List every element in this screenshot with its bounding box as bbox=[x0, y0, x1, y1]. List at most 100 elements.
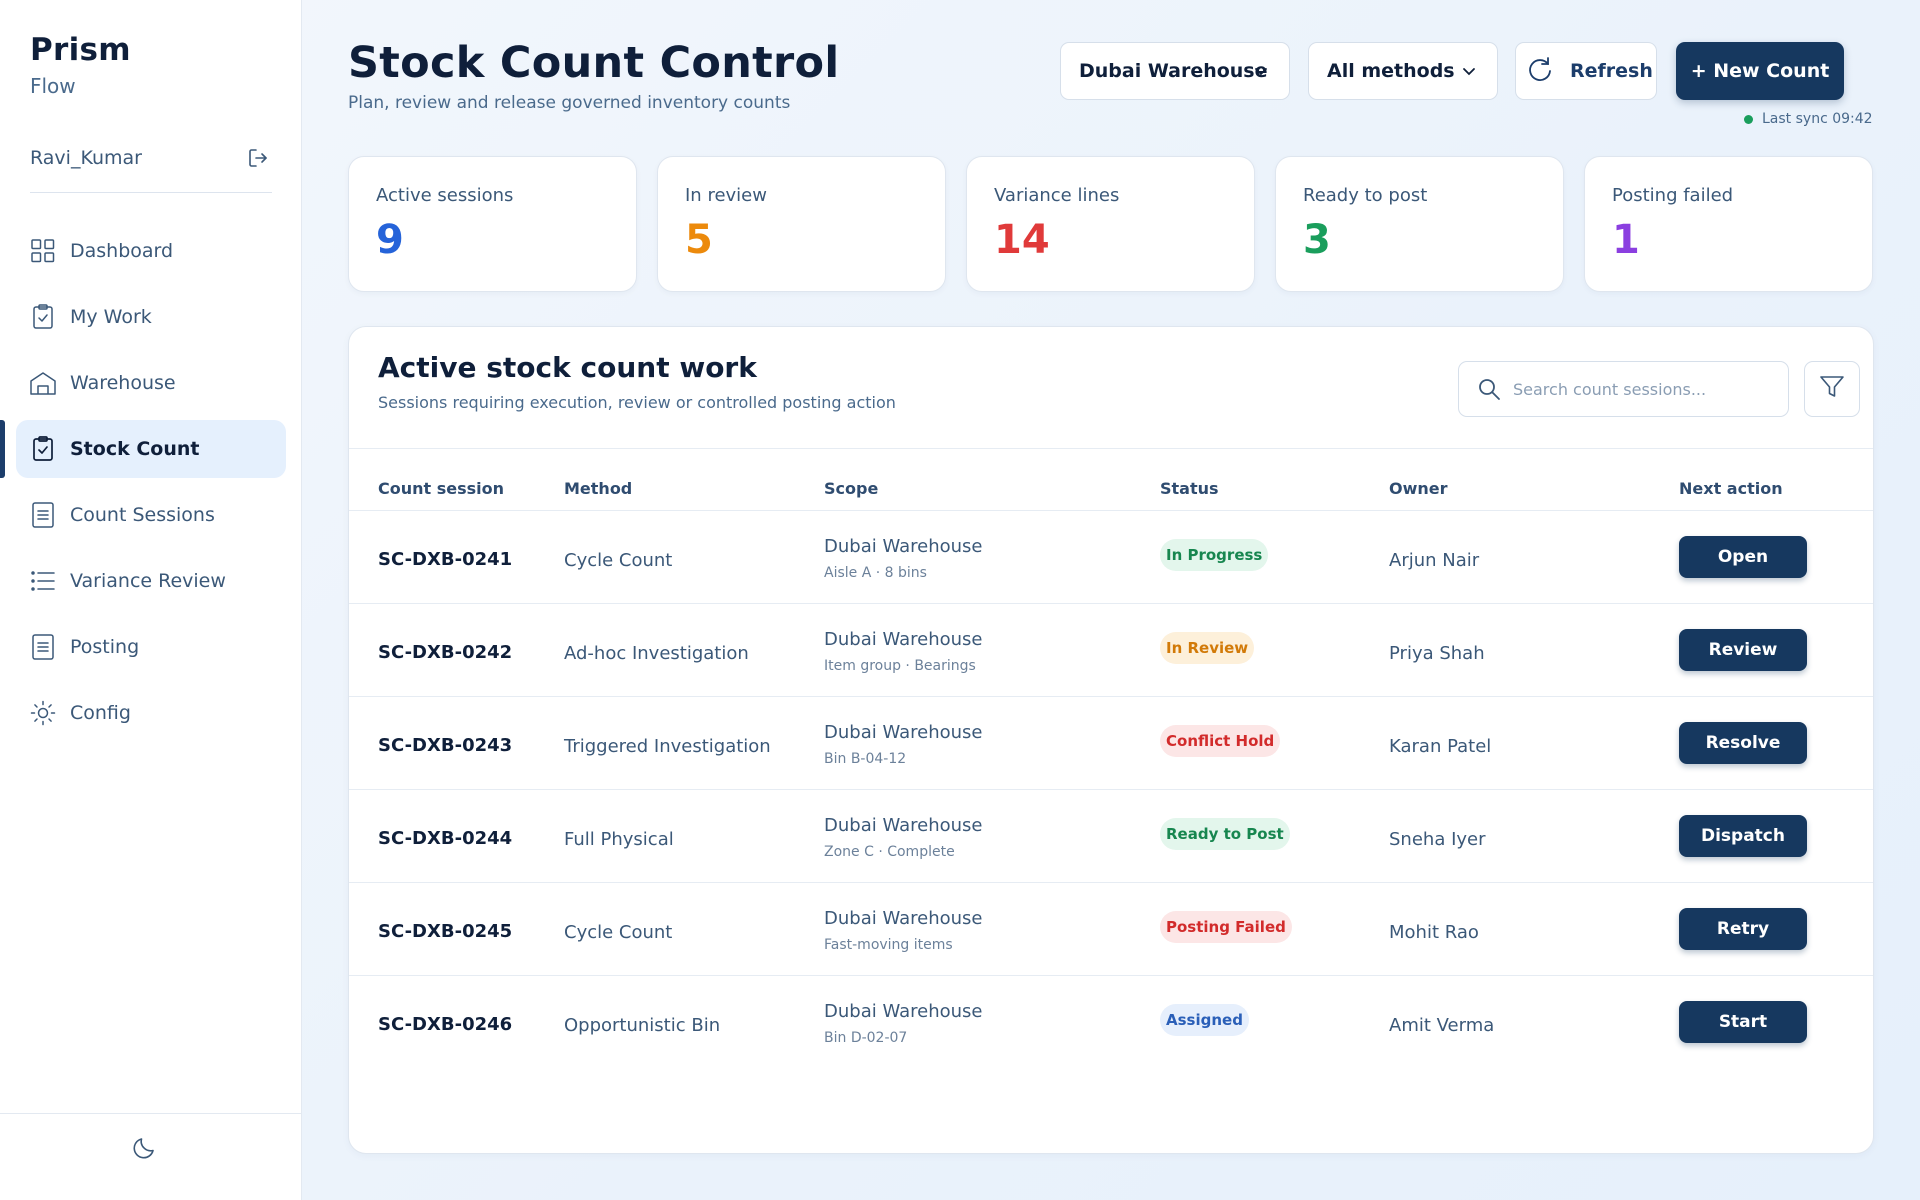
table-row: SC-DXB-0242 Ad-hoc Investigation Dubai W… bbox=[349, 604, 1873, 697]
kpi-label: Active sessions bbox=[376, 185, 514, 206]
page-title: Stock Count Control bbox=[348, 38, 840, 88]
sidebar-item-label: Stock Count bbox=[70, 438, 200, 460]
kpi-value: 14 bbox=[994, 217, 1050, 263]
status-badge: In Progress bbox=[1160, 539, 1269, 571]
session-scope: Dubai Warehouse Fast-moving items bbox=[824, 908, 982, 953]
kpi-value: 9 bbox=[376, 217, 404, 263]
session-id: SC-DXB-0243 bbox=[378, 735, 513, 756]
review-button[interactable]: Review bbox=[1679, 629, 1807, 671]
warehouse-select-value: Dubai Warehouse bbox=[1079, 60, 1268, 82]
scope-location: Dubai Warehouse bbox=[824, 722, 983, 743]
kpi-card-in-review: In review 5 bbox=[657, 156, 946, 292]
status-badge: Ready to Post bbox=[1160, 818, 1290, 850]
column-header: Count session bbox=[378, 479, 505, 498]
session-method: Opportunistic Bin bbox=[564, 1015, 721, 1036]
panel-title: Active stock count work bbox=[378, 351, 757, 384]
column-header: Next action bbox=[1679, 479, 1783, 498]
scope-detail: Item group · Bearings bbox=[824, 658, 976, 674]
retry-button[interactable]: Retry bbox=[1679, 908, 1807, 950]
sidebar-item-config[interactable]: Config bbox=[16, 684, 286, 742]
new-count-button[interactable]: + New Count bbox=[1676, 42, 1844, 100]
brand: Prism Flow bbox=[30, 32, 131, 98]
count-work-panel: Active stock count work Sessions requiri… bbox=[348, 326, 1874, 1154]
scope-detail: Aisle A · 8 bins bbox=[824, 565, 927, 581]
sidebar-item-posting[interactable]: Posting bbox=[16, 618, 286, 676]
sidebar-item-count-sessions[interactable]: Count Sessions bbox=[16, 486, 286, 544]
brand-name: Prism bbox=[30, 32, 131, 68]
session-scope: Dubai Warehouse Aisle A · 8 bins bbox=[824, 536, 982, 581]
session-owner: Karan Patel bbox=[1389, 736, 1492, 757]
list-icon bbox=[30, 568, 56, 594]
kpi-value: 1 bbox=[1612, 217, 1640, 263]
column-header: Status bbox=[1160, 479, 1219, 498]
session-method: Cycle Count bbox=[564, 922, 673, 943]
scope-detail: Fast-moving items bbox=[824, 937, 953, 953]
moon-icon[interactable] bbox=[130, 1132, 160, 1162]
kpi-value: 3 bbox=[1303, 217, 1331, 263]
panel-divider bbox=[349, 448, 1873, 449]
page-subtitle: Plan, review and release governed invent… bbox=[348, 93, 791, 113]
search-icon bbox=[1477, 377, 1501, 401]
session-id: SC-DXB-0245 bbox=[378, 921, 513, 942]
sidebar-item-variance-review[interactable]: Variance Review bbox=[16, 552, 286, 610]
scope-location: Dubai Warehouse bbox=[824, 1001, 983, 1022]
sidebar-item-label: Posting bbox=[70, 636, 140, 658]
kpi-card-variance-lines: Variance lines 14 bbox=[966, 156, 1255, 292]
scope-location: Dubai Warehouse bbox=[824, 908, 983, 929]
refresh-icon bbox=[1526, 55, 1554, 88]
column-header: Scope bbox=[824, 479, 879, 498]
session-status: Ready to Post bbox=[1160, 818, 1290, 850]
session-id: SC-DXB-0244 bbox=[378, 828, 513, 849]
table-row: SC-DXB-0245 Cycle Count Dubai Warehouse … bbox=[349, 883, 1873, 976]
logout-icon[interactable] bbox=[244, 144, 272, 172]
chevron-down-icon bbox=[1253, 63, 1269, 85]
column-header: Method bbox=[564, 479, 633, 498]
sidebar-item-warehouse[interactable]: Warehouse bbox=[16, 354, 286, 412]
session-status: In Review bbox=[1160, 632, 1255, 664]
sidebar-item-stock-count[interactable]: Stock Count bbox=[0, 420, 286, 478]
sync-text: Last sync 09:42 bbox=[1762, 111, 1873, 127]
table-row: SC-DXB-0243 Triggered Investigation Duba… bbox=[349, 697, 1873, 790]
column-header: Owner bbox=[1389, 479, 1448, 498]
next-action: Resolve bbox=[1679, 722, 1807, 764]
session-id: SC-DXB-0241 bbox=[378, 549, 513, 570]
dispatch-button[interactable]: Dispatch bbox=[1679, 815, 1807, 857]
table-row: SC-DXB-0244 Full Physical Dubai Warehous… bbox=[349, 790, 1873, 883]
session-status: Conflict Hold bbox=[1160, 725, 1281, 757]
sidebar-item-dashboard[interactable]: Dashboard bbox=[16, 222, 286, 280]
sidebar-item-label: Count Sessions bbox=[70, 504, 215, 526]
method-select[interactable]: All methods bbox=[1308, 42, 1498, 100]
session-owner: Priya Shah bbox=[1389, 643, 1485, 664]
session-owner: Mohit Rao bbox=[1389, 922, 1479, 943]
start-button[interactable]: Start bbox=[1679, 1001, 1807, 1043]
status-badge: In Review bbox=[1160, 632, 1255, 664]
kpi-card-posting-failed: Posting failed 1 bbox=[1584, 156, 1873, 292]
session-method: Ad-hoc Investigation bbox=[564, 643, 749, 664]
scope-detail: Bin D-02-07 bbox=[824, 1030, 908, 1046]
sidebar-item-label: Config bbox=[70, 702, 131, 724]
kpi-card-ready-to-post: Ready to post 3 bbox=[1275, 156, 1564, 292]
search-input[interactable] bbox=[1513, 379, 1773, 399]
refresh-button[interactable]: Refresh bbox=[1515, 42, 1657, 100]
document-icon bbox=[30, 502, 56, 528]
kpi-label: Variance lines bbox=[994, 185, 1120, 206]
filter-button[interactable] bbox=[1804, 361, 1860, 417]
session-method: Full Physical bbox=[564, 829, 674, 850]
open-button[interactable]: Open bbox=[1679, 536, 1807, 578]
next-action: Retry bbox=[1679, 908, 1807, 950]
warehouse-select[interactable]: Dubai Warehouse bbox=[1060, 42, 1290, 100]
sidebar-item-label: Variance Review bbox=[70, 570, 226, 592]
resolve-button[interactable]: Resolve bbox=[1679, 722, 1807, 764]
next-action: Review bbox=[1679, 629, 1807, 671]
sidebar-item-my-work[interactable]: My Work bbox=[16, 288, 286, 346]
next-action: Dispatch bbox=[1679, 815, 1807, 857]
session-scope: Dubai Warehouse Item group · Bearings bbox=[824, 629, 982, 674]
filter-icon bbox=[1819, 374, 1845, 404]
method-select-value: All methods bbox=[1327, 60, 1455, 82]
sidebar-item-label: Warehouse bbox=[70, 372, 176, 394]
search-box bbox=[1458, 361, 1789, 417]
scope-location: Dubai Warehouse bbox=[824, 815, 983, 836]
table-row: SC-DXB-0241 Cycle Count Dubai Warehouse … bbox=[349, 511, 1873, 604]
sidebar-bottom-divider bbox=[0, 1113, 302, 1114]
kpi-label: Ready to post bbox=[1303, 185, 1428, 206]
